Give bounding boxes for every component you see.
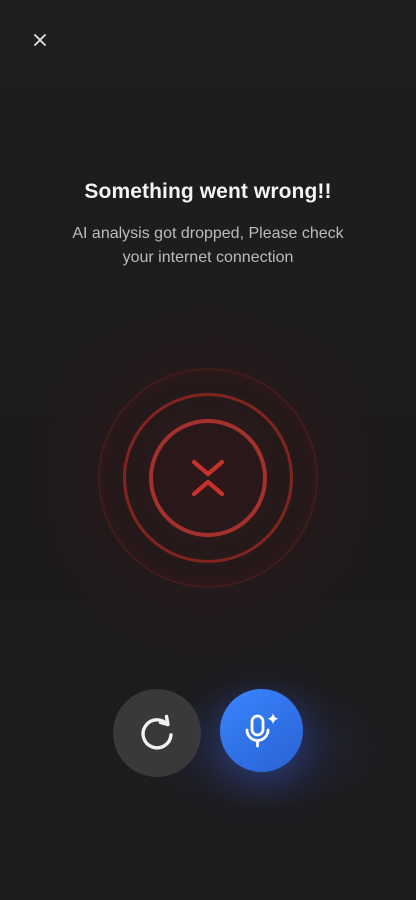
retry-icon	[141, 714, 173, 750]
mic-button[interactable]	[220, 689, 303, 772]
close-icon	[34, 34, 46, 46]
mic-sparkle-icon	[245, 712, 278, 747]
collapse-x-icon	[191, 459, 225, 497]
retry-button[interactable]	[113, 689, 201, 777]
error-message: AI analysis got dropped, Please check yo…	[72, 225, 344, 266]
error-screen: Something went wrong!! AI analysis got d…	[0, 0, 416, 900]
error-graphic	[98, 368, 318, 588]
close-button[interactable]	[26, 26, 54, 54]
error-title: Something went wrong!!	[84, 180, 332, 203]
